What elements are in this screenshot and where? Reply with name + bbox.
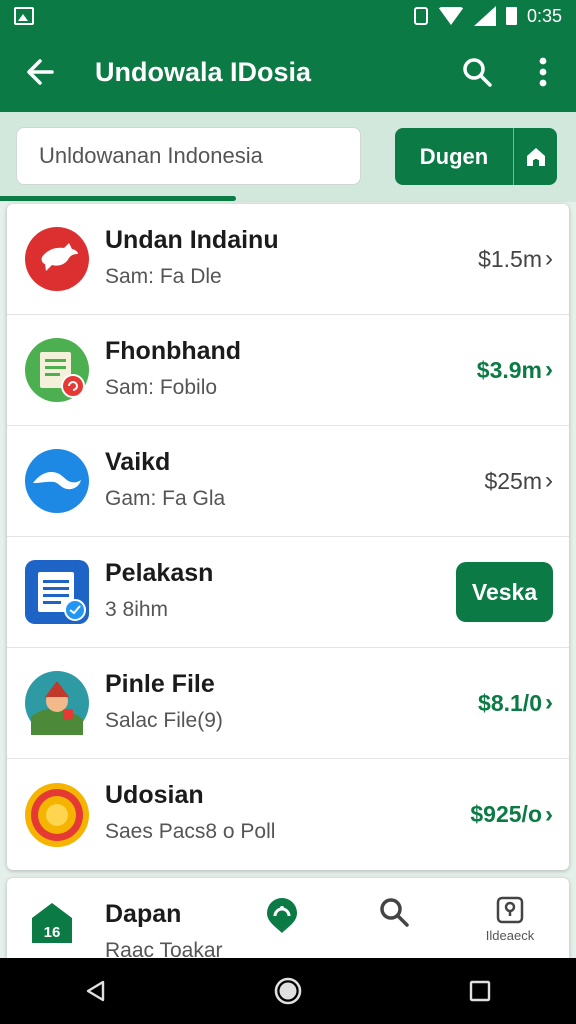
badge-text: 16 (44, 924, 61, 941)
map-icon (25, 449, 89, 513)
item-title: Pelakasn (105, 559, 214, 587)
search-icon (380, 898, 409, 927)
square-recents-icon (469, 980, 491, 1002)
item-title: Undan Indainu (105, 226, 279, 254)
list-item[interactable]: Pelakasn 3 8ihm Veska (7, 537, 569, 648)
nav-search-button[interactable] (364, 896, 424, 952)
item-subtitle: Sam: Fobilo (105, 376, 218, 399)
nav-recents-button[interactable] (450, 961, 510, 1021)
signal-icon (473, 6, 496, 26)
veska-button[interactable]: Veska (456, 562, 553, 622)
item-title: Pinle File (105, 670, 215, 698)
chevron-right-icon: › (545, 467, 553, 494)
dugen-button[interactable]: Dugen (395, 128, 557, 185)
triangle-back-icon (86, 980, 105, 1002)
chevron-right-icon: › (545, 356, 553, 383)
item-title: Fhonbhand (105, 337, 242, 365)
item-price[interactable]: $25m › (484, 467, 553, 495)
back-button[interactable] (0, 32, 80, 112)
nav-label: Ildeaeck (485, 928, 535, 943)
status-bar: 0:35 (0, 0, 576, 32)
item-price[interactable]: $925/o › (470, 801, 553, 829)
dugen-button-label: Dugen (419, 143, 489, 169)
shield-badge: 16 (29, 900, 75, 946)
item-price[interactable]: $3.9m › (477, 356, 553, 384)
more-options-button[interactable] (510, 32, 576, 112)
app-bar: Undowala IDosia (0, 32, 576, 112)
search-icon (463, 58, 492, 87)
item-price[interactable]: $1.5m › (478, 245, 553, 273)
list-item[interactable]: Udosian Saes Pacs8 o Poll $925/o › (7, 759, 569, 870)
system-nav-bar (0, 958, 576, 1024)
list-item[interactable]: Fhonbhand Sam: Fobilo $3.9m › (7, 315, 569, 426)
price-value: $25m (484, 467, 542, 494)
nav-home-button[interactable] (258, 961, 318, 1021)
item-price[interactable]: $8.1/0 › (478, 689, 553, 717)
item-subtitle: Salac File(9) (105, 709, 223, 732)
list-item[interactable]: Undan Indainu Sam: Fa Dle $1.5m › (7, 204, 569, 315)
progress-indicator (0, 196, 236, 201)
search-input[interactable] (39, 143, 338, 169)
nav-profile-button[interactable]: Ildeaeck (480, 896, 540, 952)
list-card: Undan Indainu Sam: Fa Dle $1.5m › Fhonbh… (7, 204, 569, 870)
price-value: $925/o (470, 801, 542, 827)
bird-icon (25, 227, 89, 291)
search-box[interactable] (16, 127, 361, 185)
circle-home-icon (274, 977, 302, 1005)
bottom-panel: 16 Dapan Raac Toakar Ildeaeck (7, 878, 569, 962)
search-button[interactable] (444, 32, 510, 112)
chevron-right-icon: › (545, 245, 553, 272)
person-icon (25, 671, 89, 735)
profile-icon (496, 896, 524, 924)
item-title: Udosian (105, 781, 204, 809)
price-value: $1.5m (478, 245, 542, 272)
item-subtitle: Saes Pacs8 o Poll (105, 820, 276, 843)
wifi-icon (437, 7, 464, 25)
price-value: $8.1/0 (478, 689, 542, 716)
item-title: Vaikd (105, 448, 171, 476)
page-title: Undowala IDosia (95, 56, 312, 87)
status-icons: 0:35 (413, 5, 562, 27)
document-icon (25, 338, 89, 402)
item-subtitle: Sam: Fa Dle (105, 265, 222, 288)
list-item[interactable]: Pinle File Salac File(9) $8.1/0 › (7, 648, 569, 759)
house-icon (514, 146, 557, 168)
status-time: 0:35 (526, 5, 562, 26)
more-vert-icon (539, 57, 547, 87)
list-item[interactable]: Vaikd Gam: Fa Gla $25m › (7, 426, 569, 537)
search-area: Dugen (0, 112, 576, 202)
nav-chat-button[interactable] (252, 896, 312, 952)
gallery-icon (14, 7, 34, 25)
nav-back-button[interactable] (66, 961, 126, 1021)
battery-icon (505, 7, 517, 25)
bottom-title: Dapan (105, 900, 182, 928)
arrow-left-icon (27, 59, 54, 85)
doc-blue-icon (25, 560, 89, 624)
item-subtitle: Gam: Fa Gla (105, 487, 226, 510)
chevron-right-icon: › (545, 800, 553, 828)
sun-icon (25, 782, 89, 847)
price-value: $3.9m (476, 356, 542, 383)
vibrate-icon (413, 7, 428, 25)
item-subtitle: 3 8ihm (105, 598, 169, 621)
chat-icon (267, 898, 297, 933)
chevron-right-icon: › (545, 689, 553, 716)
